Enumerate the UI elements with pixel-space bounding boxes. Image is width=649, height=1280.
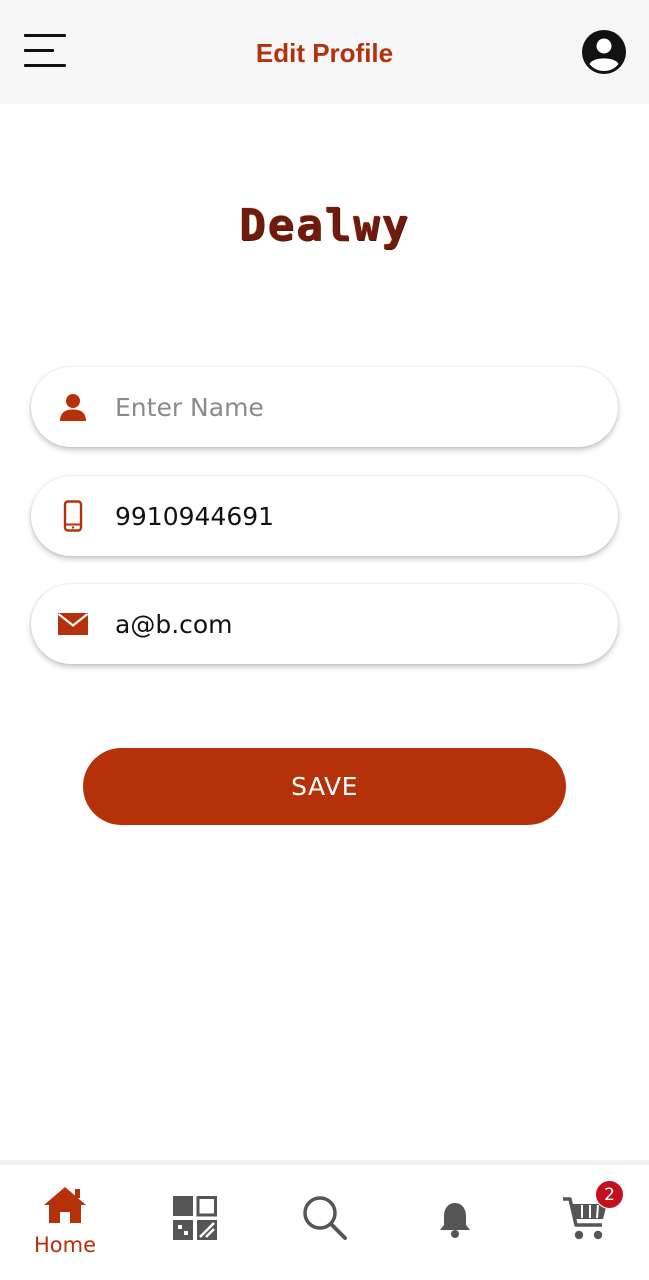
phone-input[interactable] xyxy=(115,494,595,538)
bell-icon xyxy=(440,1203,470,1238)
edit-profile-screen: Edit Profile Dealwy Enter Name 991094469… xyxy=(0,0,649,1280)
app-header: Edit Profile xyxy=(0,0,649,104)
email-input[interactable] xyxy=(115,602,595,646)
brand-logo: Dealwy xyxy=(0,200,649,270)
nav-home-label: Home xyxy=(33,1233,96,1257)
bottom-navigation: Home xyxy=(0,1160,649,1280)
nav-categories[interactable] xyxy=(145,1165,245,1280)
mail-icon xyxy=(57,613,89,635)
nav-notifications[interactable] xyxy=(405,1165,505,1280)
nav-cart[interactable] xyxy=(535,1165,635,1280)
mobile-phone-icon xyxy=(63,500,83,532)
cart-count-badge: 2 xyxy=(595,1180,624,1209)
account-icon[interactable] xyxy=(580,28,628,76)
search-icon xyxy=(303,1196,347,1240)
nav-home[interactable]: Home xyxy=(15,1165,115,1280)
email-field[interactable] xyxy=(31,584,618,664)
person-icon xyxy=(60,394,86,421)
save-button[interactable]: SAVE xyxy=(83,748,566,825)
name-input[interactable] xyxy=(115,385,595,429)
nav-search[interactable] xyxy=(275,1165,375,1280)
phone-field[interactable] xyxy=(31,476,618,556)
page-title: Edit Profile xyxy=(255,38,394,68)
qr-grid-icon xyxy=(173,1196,217,1240)
home-icon xyxy=(44,1187,86,1223)
name-field[interactable] xyxy=(31,367,618,447)
logo-text: Dealwy xyxy=(239,200,410,251)
